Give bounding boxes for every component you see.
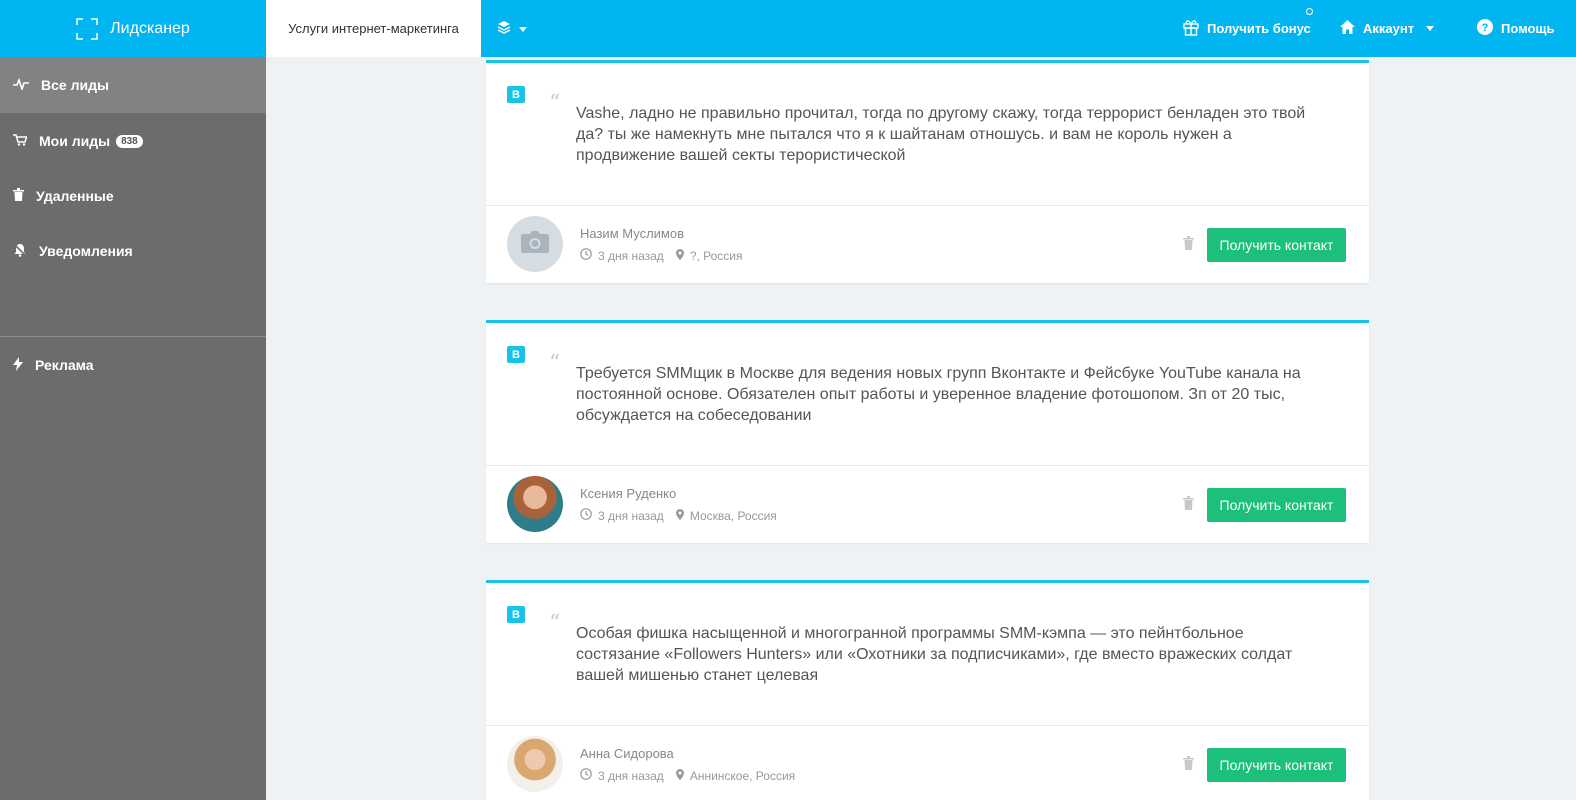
lead-footer: Анна Сидорова 3 дня назад Аннинское, Рос… xyxy=(486,726,1369,800)
map-pin-icon xyxy=(675,248,684,263)
author-name[interactable]: Ксения Руденко xyxy=(580,486,676,501)
quote-icon: “ xyxy=(549,351,561,376)
clock-icon xyxy=(580,248,592,263)
quote-icon: “ xyxy=(549,611,561,636)
sidebar-item-label: Удаленные xyxy=(36,188,114,204)
account-menu[interactable]: Аккаунт xyxy=(1340,0,1435,57)
lead-footer: Назим Муслимов 3 дня назад ?, Россия Пол… xyxy=(486,206,1369,283)
lead-message: B “ Vashe, ладно не правильно прочитал, … xyxy=(486,63,1369,206)
sidebar-item-label: Все лиды xyxy=(41,77,109,93)
gift-icon xyxy=(1183,18,1207,39)
clock-icon xyxy=(580,508,592,523)
help-button[interactable]: ? Помощь xyxy=(1477,0,1554,57)
sidebar-item-label: Уведомления xyxy=(39,243,133,259)
map-pin-icon xyxy=(675,768,684,783)
lead-location: Москва, Россия xyxy=(689,508,777,523)
sidebar-item-notifications[interactable]: Уведомления xyxy=(0,223,266,279)
sidebar: Все лиды Мои лиды 838 Удаленные Уведомле… xyxy=(0,57,266,800)
lead-time: 3 дня назад xyxy=(598,508,664,523)
help-label: Помощь xyxy=(1501,21,1555,36)
lead-meta: 3 дня назад ?, Россия xyxy=(580,248,743,263)
get-contact-button[interactable]: Получить контакт xyxy=(1207,228,1346,262)
layers-icon xyxy=(497,20,511,39)
lead-location: ?, Россия xyxy=(689,248,743,263)
sidebar-item-label: Реклама xyxy=(35,357,94,373)
lead-card: B “ Особая фишка насыщенной и многогранн… xyxy=(486,580,1369,800)
get-contact-button[interactable]: Получить контакт xyxy=(1207,748,1346,782)
projects-dropdown[interactable] xyxy=(497,19,527,39)
camera-icon xyxy=(521,230,549,258)
vk-source-icon: B xyxy=(507,86,525,103)
avatar[interactable] xyxy=(507,736,563,792)
count-badge: 838 xyxy=(116,134,143,148)
vk-source-icon: B xyxy=(507,346,525,363)
get-bonus-button[interactable]: Получить бонус xyxy=(1183,0,1311,57)
lead-card: B “ Требуется SMMщик в Москве для ведени… xyxy=(486,320,1369,543)
lead-meta: 3 дня назад Аннинское, Россия xyxy=(580,768,795,783)
quote-icon: “ xyxy=(549,91,561,116)
trash-icon xyxy=(0,188,36,204)
get-bonus-label: Получить бонус xyxy=(1207,21,1311,36)
lead-time: 3 дня назад xyxy=(598,248,664,263)
home-icon xyxy=(1340,20,1363,37)
cart-icon xyxy=(0,133,39,149)
author-name[interactable]: Назим Муслимов xyxy=(580,226,684,241)
svg-text:?: ? xyxy=(1482,22,1489,34)
brand[interactable]: Лидсканер xyxy=(0,0,266,57)
lead-text: Особая фишка насыщенной и многогранной п… xyxy=(576,625,1293,684)
tab-internet-marketing[interactable]: Услуги интернет-маркетинга xyxy=(266,0,481,57)
map-pin-icon xyxy=(675,508,684,523)
lead-text: Vashe, ладно не правильно прочитал, тогд… xyxy=(576,105,1306,164)
delete-lead-icon[interactable] xyxy=(1183,756,1194,775)
scanner-logo-icon xyxy=(76,17,98,40)
sidebar-item-ads[interactable]: Реклама xyxy=(0,337,266,393)
notification-dot xyxy=(1306,8,1313,15)
lead-footer: Ксения Руденко 3 дня назад Москва, Росси… xyxy=(486,466,1369,543)
help-icon: ? xyxy=(1477,19,1501,38)
avatar[interactable] xyxy=(507,476,563,532)
lead-message: B “ Особая фишка насыщенной и многогранн… xyxy=(486,583,1369,726)
brand-name: Лидсканер xyxy=(110,19,190,37)
delete-lead-icon[interactable] xyxy=(1183,496,1194,515)
sidebar-item-my-leads[interactable]: Мои лиды 838 xyxy=(0,113,266,169)
bell-off-icon xyxy=(0,242,39,260)
delete-lead-icon[interactable] xyxy=(1183,236,1194,255)
lead-card: B “ Vashe, ладно не правильно прочитал, … xyxy=(486,60,1369,283)
chevron-down-icon xyxy=(519,26,527,32)
clock-icon xyxy=(580,768,592,783)
account-label: Аккаунт xyxy=(1363,21,1415,36)
lead-location: Аннинское, Россия xyxy=(689,768,796,783)
bolt-icon xyxy=(0,356,35,374)
sidebar-item-deleted[interactable]: Удаленные xyxy=(0,168,266,224)
avatar[interactable] xyxy=(507,216,563,272)
top-bar: Лидсканер Услуги интернет-маркетинга Пол… xyxy=(0,0,1576,57)
author-name[interactable]: Анна Сидорова xyxy=(580,746,674,761)
vk-source-icon: B xyxy=(507,606,525,623)
sidebar-item-all-leads[interactable]: Все лиды xyxy=(0,57,266,113)
sidebar-item-label: Мои лиды xyxy=(39,133,111,149)
lead-message: B “ Требуется SMMщик в Москве для ведени… xyxy=(486,323,1369,466)
chevron-down-icon xyxy=(1426,26,1435,31)
lead-text: Требуется SMMщик в Москве для ведения но… xyxy=(576,365,1301,424)
get-contact-button[interactable]: Получить контакт xyxy=(1207,488,1346,522)
lead-meta: 3 дня назад Москва, Россия xyxy=(580,508,777,523)
lead-time: 3 дня назад xyxy=(598,768,664,783)
pulse-icon xyxy=(0,77,41,93)
